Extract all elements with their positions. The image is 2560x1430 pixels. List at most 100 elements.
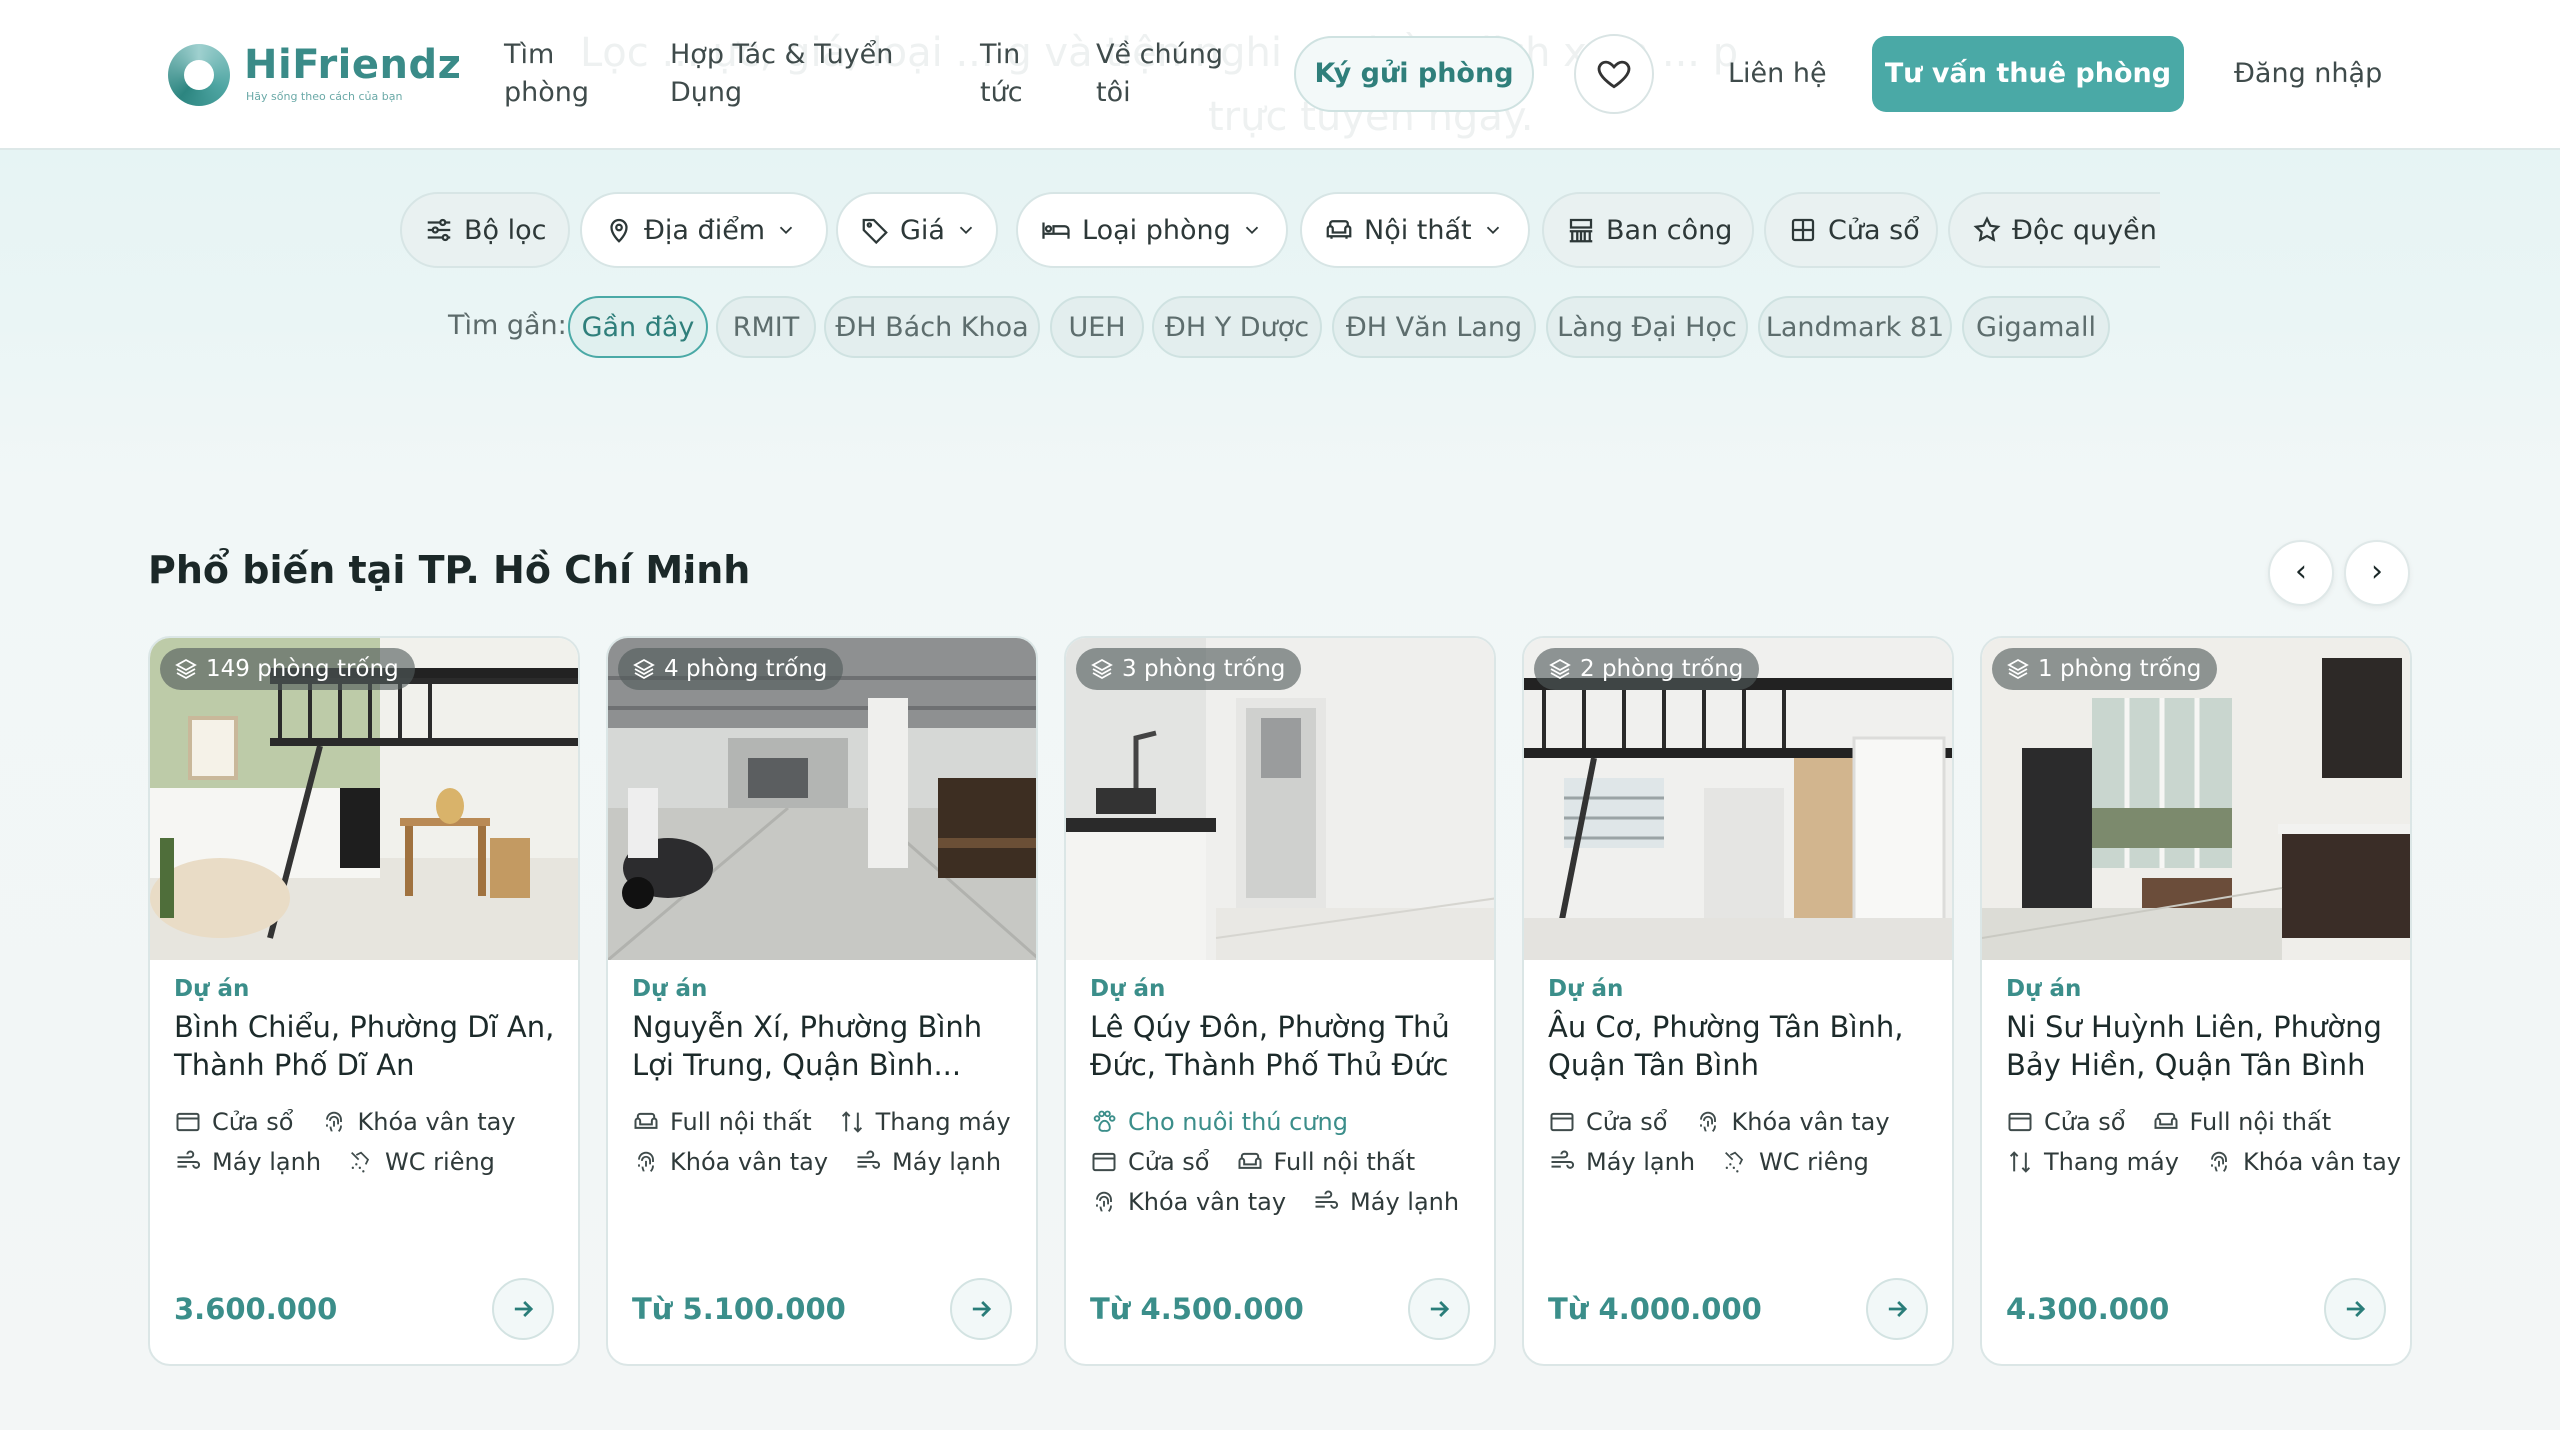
sofa-icon: [2152, 1108, 2180, 1136]
nav-hop-tac-tuyen-dung[interactable]: Hợp Tác & Tuyển Dụng: [670, 36, 893, 112]
nav-ve-chung-toi[interactable]: Về chúng tôi: [1096, 36, 1223, 112]
arrow-right-icon: [1883, 1295, 1911, 1323]
amenity-item: WC riêng: [1721, 1148, 1869, 1176]
amenity-row: Máy lạnh WC riêng: [174, 1148, 574, 1176]
vacancy-badge: 4 phòng trống: [618, 648, 844, 690]
room-card[interactable]: 1 phòng trống Dự án Ni Sư Huỳnh Liên, Ph…: [1980, 636, 2412, 1366]
room-card[interactable]: 2 phòng trống Dự án Âu Cơ, Phường Tân Bì…: [1522, 636, 1954, 1366]
amenity-row: Cửa sổ Khóa vân tay: [1548, 1108, 1948, 1136]
vacancy-badge: 1 phòng trống: [1992, 648, 2218, 690]
map-pin-icon: [610, 218, 628, 243]
layers-icon: [632, 657, 656, 681]
near-rmit[interactable]: RMIT: [716, 296, 816, 358]
card-price: 3.600.000: [174, 1292, 338, 1326]
logo[interactable]: HiFriendz Hãy sống theo cách của bạn: [168, 40, 461, 110]
arrow-right-icon: [1425, 1295, 1453, 1323]
filter-gia[interactable]: Giá: [836, 192, 998, 268]
card-address[interactable]: Âu Cơ, Phường Tân Bình, Quận Tân Bình: [1548, 1008, 1940, 1084]
near-landmark-81[interactable]: Landmark 81: [1758, 296, 1952, 358]
card-open-button[interactable]: [1408, 1278, 1470, 1340]
near-ueh[interactable]: UEH: [1050, 296, 1144, 358]
shower-icon: [1721, 1148, 1749, 1176]
amenity-row: Khóa vân tay Máy lạnh: [632, 1148, 1032, 1176]
filter-noi-that[interactable]: Nội thất: [1300, 192, 1530, 268]
fingerprint-icon: [632, 1148, 660, 1176]
dang-nhap-link[interactable]: Đăng nhập: [2234, 55, 2382, 93]
filter-ban-cong[interactable]: Ban công: [1542, 192, 1754, 268]
amenity-row: Thang máy Khóa vân tay: [2006, 1148, 2406, 1176]
card-address[interactable]: Ni Sư Huỳnh Liên, Phường Bảy Hiền, Quận T…: [2006, 1008, 2398, 1084]
amenity-item: Khóa vân tay: [2205, 1148, 2401, 1176]
amenity-row: Khóa vân tay Máy lạnh: [1090, 1188, 1490, 1216]
price-tag-icon: [862, 218, 888, 245]
nav-tim-phong[interactable]: Tìm phòng: [504, 36, 589, 112]
logo-tagline: Hãy sống theo cách của bạn: [246, 90, 403, 103]
amenity-item: Cửa sổ: [1548, 1108, 1668, 1136]
near-dh-y-duoc[interactable]: ĐH Y Dược: [1152, 296, 1322, 358]
room-photo[interactable]: 1 phòng trống: [1982, 638, 2410, 960]
card-kind: Dự án: [2006, 976, 2082, 1002]
fingerprint-icon: [320, 1108, 348, 1136]
section-chevron-right-icon[interactable]: ›: [682, 556, 695, 594]
filter-doc-quyen[interactable]: Độc quyền: [1948, 192, 2160, 268]
room-card[interactable]: 4 phòng trống Dự án Nguyễn Xí, Phường Bì…: [606, 636, 1038, 1366]
star-icon: [1973, 216, 2001, 242]
section-title[interactable]: Phổ biến tại TP. Hồ Chí Minh: [148, 548, 750, 592]
amenity-row: Cửa sổ Full nội thất: [1090, 1148, 1490, 1176]
paw-icon: [1090, 1108, 1118, 1136]
chevron-down-icon: [959, 226, 973, 235]
card-address[interactable]: Nguyễn Xí, Phường Bình Lợi Trung, Quận Bì…: [632, 1008, 1024, 1084]
filter-loai-phong[interactable]: Loại phòng: [1016, 192, 1288, 268]
room-card[interactable]: 149 phòng trống Dự án Bình Chiểu, Phường…: [148, 636, 580, 1366]
vacancy-badge: 149 phòng trống: [160, 648, 415, 690]
carousel-prev-button[interactable]: ‹: [2268, 540, 2334, 606]
room-photo[interactable]: 4 phòng trống: [608, 638, 1036, 960]
nav-lien-he[interactable]: Liên hệ: [1728, 55, 1827, 93]
carousel-next-button[interactable]: ›: [2344, 540, 2410, 606]
layers-icon: [174, 657, 198, 681]
room-photo[interactable]: 3 phòng trống: [1066, 638, 1494, 960]
card-price: Từ 4.500.000: [1090, 1292, 1304, 1326]
arrow-right-icon: [2341, 1295, 2369, 1323]
filter-bo-loc[interactable]: Bộ lọc: [400, 192, 570, 268]
card-open-button[interactable]: [1866, 1278, 1928, 1340]
near-gigamall[interactable]: Gigamall: [1962, 296, 2110, 358]
near-dh-van-lang[interactable]: ĐH Văn Lang: [1332, 296, 1536, 358]
card-open-button[interactable]: [492, 1278, 554, 1340]
amenity-item: Full nội thất: [2152, 1108, 2331, 1136]
vacancy-badge: 2 phòng trống: [1534, 648, 1760, 690]
room-photo[interactable]: 149 phòng trống: [150, 638, 578, 960]
room-card[interactable]: 3 phòng trống Dự án Lê Qúy Đôn, Phường T…: [1064, 636, 1496, 1366]
amenity-row: Máy lạnh WC riêng: [1548, 1148, 1948, 1176]
near-lang-dai-hoc[interactable]: Làng Đại Học: [1546, 296, 1748, 358]
site-header: HiFriendz Hãy sống theo cách của bạn Lọc…: [0, 0, 2560, 150]
chevron-down-icon: [1245, 226, 1258, 235]
card-open-button[interactable]: [950, 1278, 1012, 1340]
amenity-row: Full nội thất Thang máy: [632, 1108, 1032, 1136]
card-kind: Dự án: [1090, 976, 1166, 1002]
card-address[interactable]: Bình Chiểu, Phường Dĩ An, Thành Phố Dĩ An: [174, 1008, 566, 1084]
room-photo[interactable]: 2 phòng trống: [1524, 638, 1952, 960]
nav-tin-tuc[interactable]: Tin tức: [980, 36, 1023, 112]
near-dh-bach-khoa[interactable]: ĐH Bách Khoa: [824, 296, 1040, 358]
fingerprint-icon: [1090, 1188, 1118, 1216]
card-address[interactable]: Lê Qúy Đôn, Phường Thủ Đức, Thành Phố Thủ…: [1090, 1008, 1482, 1084]
chevron-down-icon: [779, 226, 793, 235]
amenity-item: Thang máy: [2006, 1148, 2179, 1176]
amenity-item: Thang máy: [838, 1108, 1011, 1136]
favorites-button[interactable]: [1574, 34, 1654, 114]
ky-gui-phong-button[interactable]: Ký gửi phòng: [1294, 36, 1534, 112]
near-gan-day[interactable]: Gần đây: [568, 296, 708, 358]
air-conditioner-icon: [1548, 1148, 1576, 1176]
vacancy-badge: 3 phòng trống: [1076, 648, 1302, 690]
filter-cua-so[interactable]: Cửa sổ: [1764, 192, 1938, 268]
filter-dia-diem[interactable]: Địa điểm: [580, 192, 828, 268]
layers-icon: [1090, 657, 1114, 681]
sofa-icon: [632, 1108, 660, 1136]
card-open-button[interactable]: [2324, 1278, 2386, 1340]
amenity-item: Máy lạnh: [854, 1148, 1001, 1176]
tu-van-thue-phong-button[interactable]: Tư vấn thuê phòng: [1872, 36, 2184, 112]
window-icon: [1791, 218, 1815, 242]
sliders-icon: [427, 218, 451, 242]
sofa-icon: [1326, 220, 1352, 239]
